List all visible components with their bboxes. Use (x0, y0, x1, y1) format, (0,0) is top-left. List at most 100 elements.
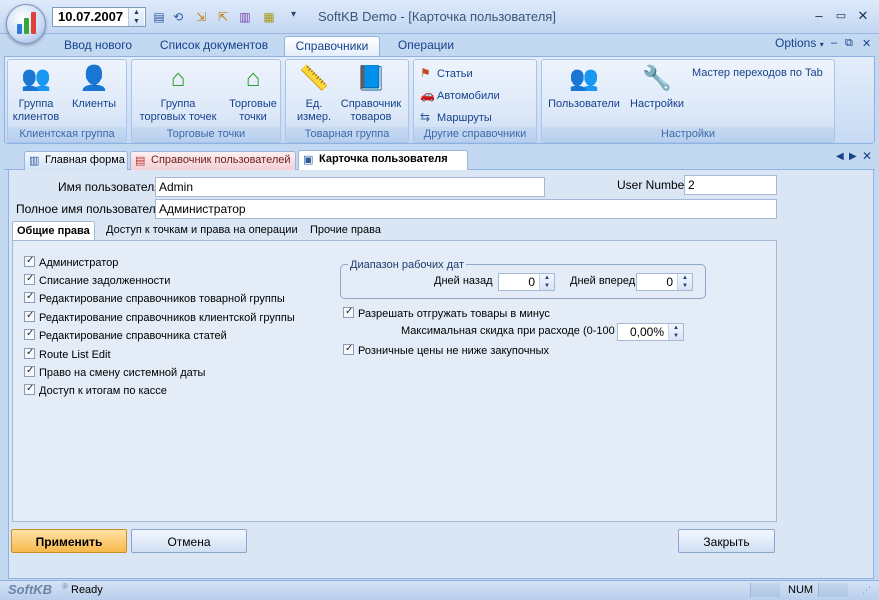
checkbox-row[interactable]: Редактирование справочников клиентской г… (24, 310, 295, 325)
checkbox[interactable] (343, 306, 354, 318)
ribbon-group-other: ⚑ Статьи 🚗 Автомобили ⇆ Маршруты Другие спр… (413, 59, 537, 143)
quick-access-dropdown-icon[interactable]: ▾ (291, 9, 296, 20)
days-back-value: 0 (528, 275, 535, 289)
registered-mark: ® (62, 582, 68, 591)
maximize-icon[interactable]: ▭ (832, 8, 850, 24)
checkbox-row[interactable]: Route List Edit (24, 347, 111, 362)
checkbox[interactable] (24, 347, 35, 359)
user-card-icon: ▣ (303, 154, 314, 166)
users-label: Пользователи (548, 98, 620, 110)
fullname-label: Полное имя пользователя (16, 202, 163, 216)
apply-button[interactable]: Применить (11, 529, 127, 553)
status-panel (818, 583, 848, 597)
tab-close-icon[interactable]: ✕ (862, 149, 872, 163)
close-button[interactable]: Закрыть (678, 529, 775, 553)
routes-button[interactable]: ⇆ Маршруты (420, 110, 492, 125)
car-icon: 🚗 (420, 88, 435, 102)
articles-label: Статьи (437, 68, 473, 80)
cars-label: Автомобили (437, 90, 500, 102)
doc-tab-label: Справочник пользователей (151, 154, 291, 166)
articles-button[interactable]: ⚑ Статьи (420, 66, 473, 81)
brand-logo: SoftKB (8, 582, 53, 597)
tab-scroll-left-icon[interactable]: ◀ (836, 151, 844, 162)
doc-tab-main-form[interactable]: ▥ Главная форма (24, 151, 128, 170)
ribbon-tab-new[interactable]: Ввод нового (54, 36, 142, 56)
checkbox-label: Администратор (39, 257, 119, 269)
resize-grip-icon[interactable]: ⋰ (862, 585, 871, 596)
import-icon[interactable]: ⇲ (193, 9, 209, 25)
client-group-label-2: клиентов (12, 111, 60, 123)
days-forward-input[interactable]: 0 ▲ ▼ (636, 273, 693, 291)
checkbox[interactable] (24, 328, 35, 340)
status-bar (0, 580, 879, 600)
users-button[interactable]: 👥 Пользователи (544, 64, 624, 111)
calendar-icon[interactable]: ▤ (151, 9, 167, 25)
checkbox[interactable] (343, 343, 354, 355)
checkbox[interactable] (24, 291, 35, 303)
username-input[interactable]: Admin (155, 177, 545, 197)
checkbox-row[interactable]: Право на смену системной даты (24, 365, 205, 380)
report-icon[interactable]: ▥ (237, 9, 253, 25)
app-menu-orb[interactable] (6, 4, 46, 44)
point-group-button[interactable]: ⌂ Группа торговых точек (132, 64, 224, 124)
checkbox[interactable] (24, 255, 35, 267)
cars-button[interactable]: 🚗 Автомобили (420, 88, 500, 103)
checkbox-row[interactable]: Редактирование справочников товарной гру… (24, 291, 285, 306)
points-button[interactable]: ⌂ Торговые точки (226, 64, 280, 124)
doc-tab-users-list[interactable]: ▤ Справочник пользователей (130, 151, 296, 170)
route-arrows-icon: ⇆ (420, 110, 431, 124)
minimize-icon[interactable]: ‒ (810, 8, 828, 24)
retail-price-checkbox-row[interactable]: Розничные цены не ниже закупочных (343, 343, 549, 358)
user-icon: 👤 (79, 65, 109, 92)
max-discount-spinner[interactable]: ▲ ▼ (668, 324, 683, 340)
checkbox-row[interactable]: Списание задолженности (24, 273, 170, 288)
tab-wizard-button[interactable]: Мастер переходов по Tab (692, 66, 823, 80)
window-title: SoftKB Demo - [Карточка пользователя] (318, 9, 556, 24)
ribbon-tab-bar: Ввод нового Список документов Справочник… (0, 34, 879, 56)
days-forward-spinner[interactable]: ▲ ▼ (677, 274, 692, 290)
checkbox-row[interactable]: Доступ к итогам по кассе (24, 383, 167, 398)
ribbon-tab-references[interactable]: Справочники (284, 36, 380, 56)
users-icon: 👥 (569, 65, 599, 92)
days-back-input[interactable]: 0 ▲ ▼ (498, 273, 555, 291)
max-discount-input[interactable]: 0,00% ▲ ▼ (617, 323, 684, 341)
tab-general-rights[interactable]: Общие права (12, 221, 95, 241)
checkbox[interactable] (24, 383, 35, 395)
doc-tab-user-card[interactable]: ▣ Карточка пользователя (298, 150, 468, 170)
ribbon-group-label: Другие справочники (414, 127, 536, 142)
settings-button[interactable]: 🔧 Настройки (626, 64, 688, 111)
ruler-icon: 📏 (299, 65, 329, 92)
client-group-button[interactable]: 👥 Группа клиентов (10, 64, 62, 124)
allow-negative-checkbox-row[interactable]: Разрешать отгружать товары в минус (343, 306, 550, 321)
export-icon[interactable]: ⇱ (215, 9, 231, 25)
document-refresh-icon[interactable]: ⟲ (170, 9, 186, 25)
checkbox[interactable] (24, 310, 35, 322)
checkbox[interactable] (24, 273, 35, 285)
checkbox[interactable] (24, 365, 35, 377)
tab-other-rights[interactable]: Прочие права (306, 221, 385, 241)
fullname-input[interactable]: Администратор (155, 199, 777, 219)
clients-button[interactable]: 👤 Клиенты (66, 64, 122, 111)
tab-scroll-right-icon[interactable]: ▶ (849, 151, 857, 162)
catalog-button[interactable]: 📘 Справочник товаров (336, 64, 406, 124)
days-back-spinner[interactable]: ▲ ▼ (539, 274, 554, 290)
mdi-minimize-icon[interactable]: – (831, 37, 837, 49)
checkbox-row[interactable]: Редактирование справочника статей (24, 328, 227, 343)
print-icon[interactable]: ▦ (261, 9, 277, 25)
close-icon[interactable]: ✕ (854, 8, 872, 24)
user-number-input[interactable]: 2 (684, 175, 777, 195)
routes-label: Маршруты (437, 112, 492, 124)
checkbox-row[interactable]: Администратор (24, 255, 119, 270)
num-lock-indicator: NUM (788, 584, 814, 596)
tab-point-access[interactable]: Доступ к точкам и права на операции (102, 221, 302, 241)
doc-tab-label: Главная форма (45, 154, 125, 166)
mdi-restore-icon[interactable]: ⧉ (845, 37, 853, 50)
options-menu[interactable]: Options ▾ (775, 36, 824, 50)
units-button[interactable]: 📏 Ед. измер. (292, 64, 336, 124)
cancel-button[interactable]: Отмена (131, 529, 247, 553)
checkbox-label: Разрешать отгружать товары в минус (358, 308, 550, 320)
ribbon-tab-documents[interactable]: Список документов (152, 36, 276, 56)
ribbon-tab-operations[interactable]: Операции (390, 36, 462, 56)
date-spinner[interactable]: ▲ ▼ (128, 8, 144, 26)
mdi-close-icon[interactable]: ✕ (862, 37, 871, 50)
